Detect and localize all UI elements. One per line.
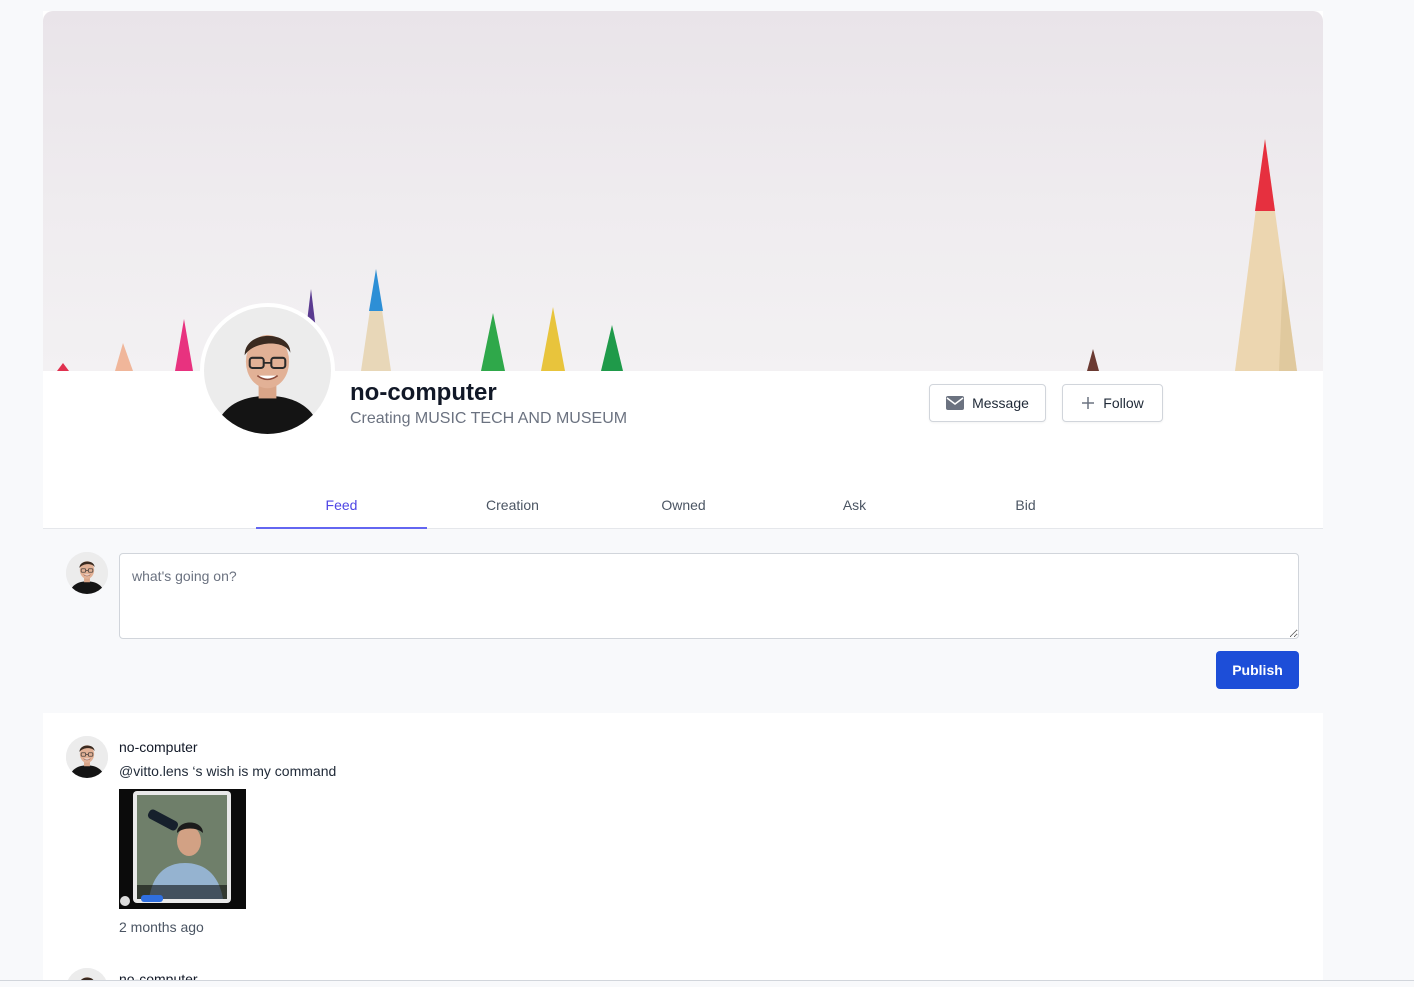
profile-tabs: Feed Creation Owned Ask Bid (256, 481, 1111, 529)
profile-avatar (200, 303, 335, 438)
follow-label: Follow (1103, 395, 1144, 411)
compose-avatar (66, 552, 108, 594)
post-time: 2 months ago (119, 919, 204, 935)
tab-owned[interactable]: Owned (598, 481, 769, 529)
post-text: @vitto.lens ‘s wish is my command (119, 763, 337, 779)
post-avatar[interactable] (66, 736, 108, 778)
publish-button[interactable]: Publish (1216, 651, 1299, 689)
tab-feed[interactable]: Feed (256, 481, 427, 529)
message-label: Message (972, 395, 1029, 411)
message-button[interactable]: Message (929, 384, 1046, 422)
post-image[interactable] (119, 789, 246, 909)
envelope-icon (946, 396, 965, 410)
profile-card: no-computer Creating MUSIC TECH AND MUSE… (43, 11, 1323, 529)
profile-tagline: Creating MUSIC TECH AND MUSEUM (350, 410, 628, 427)
plus-icon (1082, 397, 1095, 409)
post-author[interactable]: no-computer (119, 739, 198, 755)
compose-input[interactable] (119, 553, 1299, 639)
tab-bid[interactable]: Bid (940, 481, 1111, 529)
window-bottom-strip (0, 981, 1414, 987)
feed-list: no-computer @vitto.lens ‘s wish is my co… (43, 713, 1323, 987)
profile-name: no-computer (350, 379, 497, 406)
tab-ask[interactable]: Ask (769, 481, 940, 529)
follow-button[interactable]: Follow (1062, 384, 1163, 422)
tab-creation[interactable]: Creation (427, 481, 598, 529)
